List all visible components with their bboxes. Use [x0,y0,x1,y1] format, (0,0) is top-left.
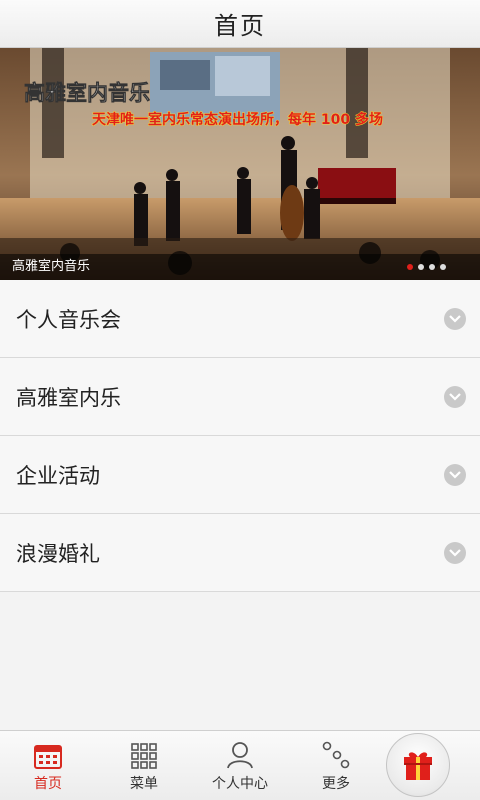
grid-menu-icon [131,743,157,769]
menu-item-wedding[interactable]: 浪漫婚礼 [0,514,480,592]
tab-label: 菜单 [130,776,158,792]
chevron-down-icon [444,385,466,408]
top-header: 首页 [0,0,480,48]
banner-image: 高雅室内音乐 天津唯一室内乐常态演出场所，每年 100 多场 [0,48,480,280]
banner-carousel[interactable]: 高雅室内音乐 天津唯一室内乐常态演出场所，每年 100 多场 高雅室内音乐 [0,48,480,280]
category-list: 个人音乐会 高雅室内乐 企业活动 浪漫婚礼 [0,280,480,592]
chevron-down-icon [444,307,466,330]
carousel-dot[interactable] [440,264,446,270]
banner-tagline: 天津唯一室内乐常态演出场所，每年 100 多场 [92,111,383,128]
home-calendar-icon [34,745,62,769]
gift-button[interactable] [386,733,450,797]
menu-item-label: 企业活动 [16,463,100,488]
carousel-dot[interactable] [429,264,435,270]
gift-button-container [384,731,480,800]
tab-label: 首页 [34,776,62,792]
bottom-tab-bar: 首页 菜单 个人中心 更多 [0,730,480,800]
tab-profile[interactable]: 个人中心 [192,731,288,800]
tab-menu[interactable]: 菜单 [96,731,192,800]
tab-more[interactable]: 更多 [288,731,384,800]
menu-item-label: 高雅室内乐 [16,385,121,410]
carousel-dot[interactable] [407,264,413,270]
tab-label: 个人中心 [212,776,268,792]
carousel-indicator[interactable] [407,264,446,270]
chevron-down-icon [444,463,466,486]
chevron-down-icon [444,541,466,564]
menu-item-label: 浪漫婚礼 [16,541,100,566]
tab-label: 更多 [322,776,350,792]
page-title: 首页 [214,12,266,40]
carousel-dot[interactable] [418,264,424,270]
menu-item-personal-concert[interactable]: 个人音乐会 [0,280,480,358]
menu-item-chamber-music[interactable]: 高雅室内乐 [0,358,480,436]
more-dots-icon [322,741,350,769]
banner-headline: 高雅室内音乐 [24,81,150,105]
person-icon [227,742,253,769]
gift-icon [404,752,432,780]
menu-item-corporate-events[interactable]: 企业活动 [0,436,480,514]
menu-item-label: 个人音乐会 [16,307,121,332]
tab-home[interactable]: 首页 [0,731,96,800]
